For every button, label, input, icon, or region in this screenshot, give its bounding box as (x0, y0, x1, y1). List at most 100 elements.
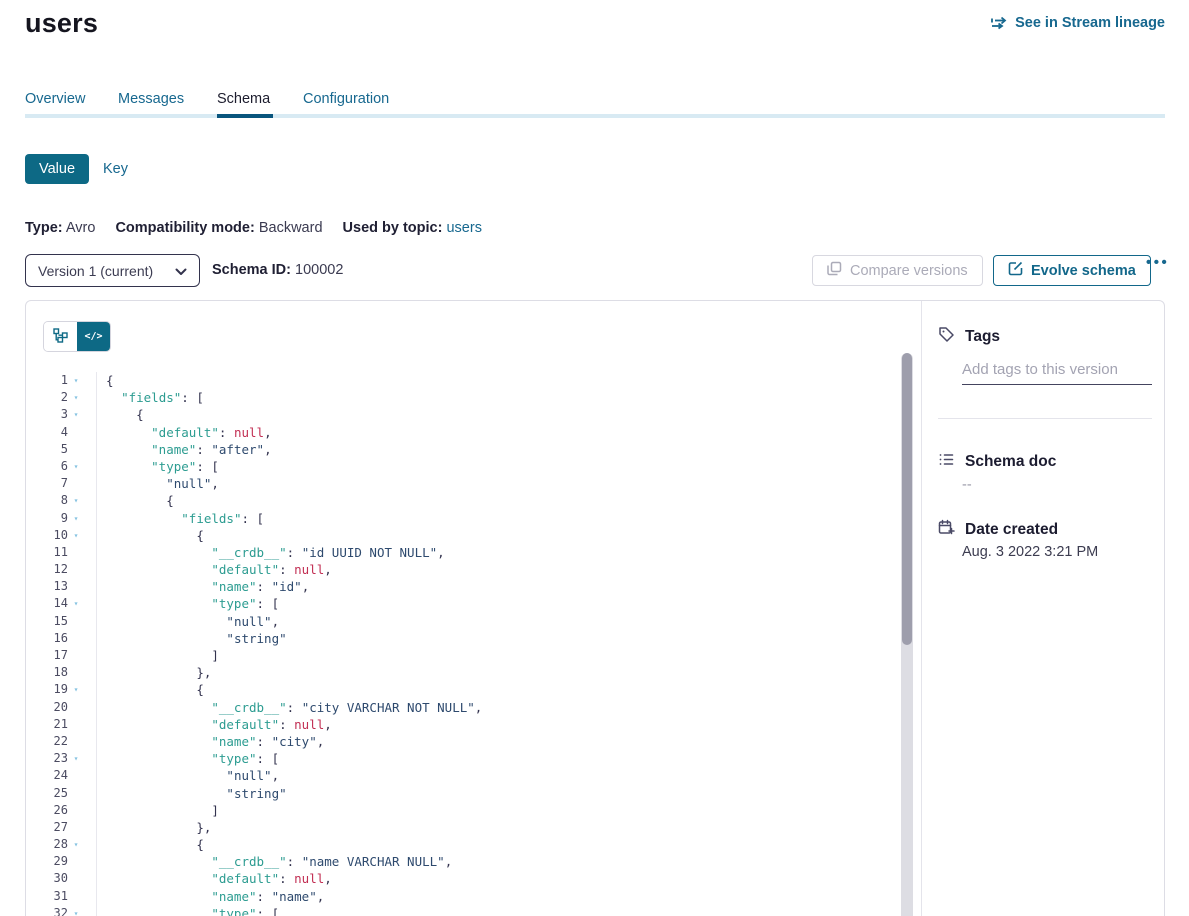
line-number: 29 (46, 853, 68, 870)
fold-arrow-icon (68, 733, 84, 750)
fold-arrow-icon[interactable]: ▾ (68, 750, 84, 767)
value-toggle-button[interactable]: Value (25, 154, 89, 184)
code-line-text: "null", (96, 767, 891, 784)
fold-arrow-icon (68, 647, 84, 664)
tab-configuration[interactable]: Configuration (303, 91, 389, 107)
line-number: 1 (46, 372, 68, 389)
date-created-title: Date created (965, 521, 1058, 539)
code-line: 17 ] (46, 647, 891, 664)
line-number: 12 (46, 561, 68, 578)
fold-arrow-icon (68, 613, 84, 630)
code-line: 18 }, (46, 664, 891, 681)
version-select-value: Version 1 (current) (38, 263, 153, 279)
fold-arrow-icon[interactable]: ▾ (68, 492, 84, 509)
version-select[interactable]: Version 1 (current) (25, 254, 200, 287)
code-line-text: "type": [ (96, 595, 891, 612)
code-view-button[interactable]: </> (77, 322, 110, 351)
code-line: 27 }, (46, 819, 891, 836)
fold-arrow-icon (68, 475, 84, 492)
code-line-text: "default": null, (96, 716, 891, 733)
code-line: 30 "default": null, (46, 870, 891, 887)
code-line-text: "default": null, (96, 870, 891, 887)
code-line-text: ] (96, 647, 891, 664)
code-line: 6▾ "type": [ (46, 458, 891, 475)
schema-id: Schema ID: 100002 (212, 262, 343, 278)
evolve-schema-button[interactable]: Evolve schema (993, 255, 1151, 286)
fold-arrow-icon[interactable]: ▾ (68, 389, 84, 406)
code-line: 8▾ { (46, 492, 891, 509)
code-line: 11 "__crdb__": "id UUID NOT NULL", (46, 544, 891, 561)
fold-arrow-icon[interactable]: ▾ (68, 406, 84, 423)
tab-active-indicator (217, 114, 273, 118)
line-number: 25 (46, 785, 68, 802)
stream-lineage-icon (991, 16, 1008, 30)
topic-link[interactable]: users (446, 220, 481, 236)
line-number: 23 (46, 750, 68, 767)
fold-arrow-icon (68, 441, 84, 458)
code-line: 12 "default": null, (46, 561, 891, 578)
code-line: 20 "__crdb__": "city VARCHAR NOT NULL", (46, 699, 891, 716)
tab-underline-track (25, 114, 1165, 118)
line-number: 4 (46, 424, 68, 441)
schema-editor: </> 1▾{2▾ "fields": [3▾ {4 "default": nu… (26, 301, 921, 916)
tree-view-button[interactable] (44, 322, 77, 351)
code-line: 19▾ { (46, 681, 891, 698)
fold-arrow-icon[interactable]: ▾ (68, 905, 84, 916)
fold-arrow-icon[interactable]: ▾ (68, 836, 84, 853)
line-number: 16 (46, 630, 68, 647)
code-line-text: "__crdb__": "id UUID NOT NULL", (96, 544, 891, 561)
fold-arrow-icon (68, 630, 84, 647)
schema-detail-card: </> 1▾{2▾ "fields": [3▾ {4 "default": nu… (25, 300, 1165, 916)
editor-view-toggle: </> (43, 321, 111, 352)
fold-arrow-icon (68, 853, 84, 870)
editor-scrollbar-track[interactable] (901, 353, 913, 916)
line-number: 6 (46, 458, 68, 475)
line-number: 15 (46, 613, 68, 630)
code-line-text: { (96, 406, 891, 423)
date-created-section-header: Date created (938, 519, 1058, 541)
fold-arrow-icon (68, 699, 84, 716)
add-tags-input[interactable] (962, 359, 1152, 385)
code-line: 24 "null", (46, 767, 891, 784)
code-brackets-icon: </> (84, 331, 102, 342)
line-number: 19 (46, 681, 68, 698)
more-actions-button[interactable]: ••• (1146, 254, 1169, 271)
code-line-text: "type": [ (96, 750, 891, 767)
tab-messages[interactable]: Messages (118, 91, 184, 107)
line-number: 14 (46, 595, 68, 612)
code-line-text: ] (96, 802, 891, 819)
fold-arrow-icon[interactable]: ▾ (68, 595, 84, 612)
line-number: 20 (46, 699, 68, 716)
code-line: 15 "null", (46, 613, 891, 630)
fold-arrow-icon (68, 819, 84, 836)
tab-schema[interactable]: Schema (217, 91, 270, 107)
used-by-topic-meta: Used by topic: users (343, 220, 482, 236)
code-line: 2▾ "fields": [ (46, 389, 891, 406)
fold-arrow-icon[interactable]: ▾ (68, 681, 84, 698)
schema-meta-row: Type: Avro Compatibility mode: Backward … (25, 220, 498, 236)
fold-arrow-icon[interactable]: ▾ (68, 527, 84, 544)
line-number: 5 (46, 441, 68, 458)
line-number: 17 (46, 647, 68, 664)
key-toggle-button[interactable]: Key (103, 161, 128, 177)
fold-arrow-icon (68, 888, 84, 905)
code-line-text: "type": [ (96, 458, 891, 475)
code-line-text: "default": null, (96, 424, 891, 441)
line-number: 18 (46, 664, 68, 681)
line-number: 32 (46, 905, 68, 916)
line-number: 2 (46, 389, 68, 406)
fold-arrow-icon[interactable]: ▾ (68, 458, 84, 475)
fold-arrow-icon (68, 870, 84, 887)
editor-scrollbar-thumb[interactable] (902, 353, 912, 645)
stream-lineage-link[interactable]: See in Stream lineage (991, 15, 1165, 31)
compare-versions-button[interactable]: Compare versions (812, 255, 983, 286)
line-number: 26 (46, 802, 68, 819)
line-number: 24 (46, 767, 68, 784)
code-line-text: "__crdb__": "city VARCHAR NOT NULL", (96, 699, 891, 716)
code-lines: 1▾{2▾ "fields": [3▾ {4 "default": null,5… (46, 372, 891, 916)
code-line: 23▾ "type": [ (46, 750, 891, 767)
fold-arrow-icon[interactable]: ▾ (68, 372, 84, 389)
tab-overview[interactable]: Overview (25, 91, 85, 107)
fold-arrow-icon[interactable]: ▾ (68, 510, 84, 527)
line-number: 27 (46, 819, 68, 836)
